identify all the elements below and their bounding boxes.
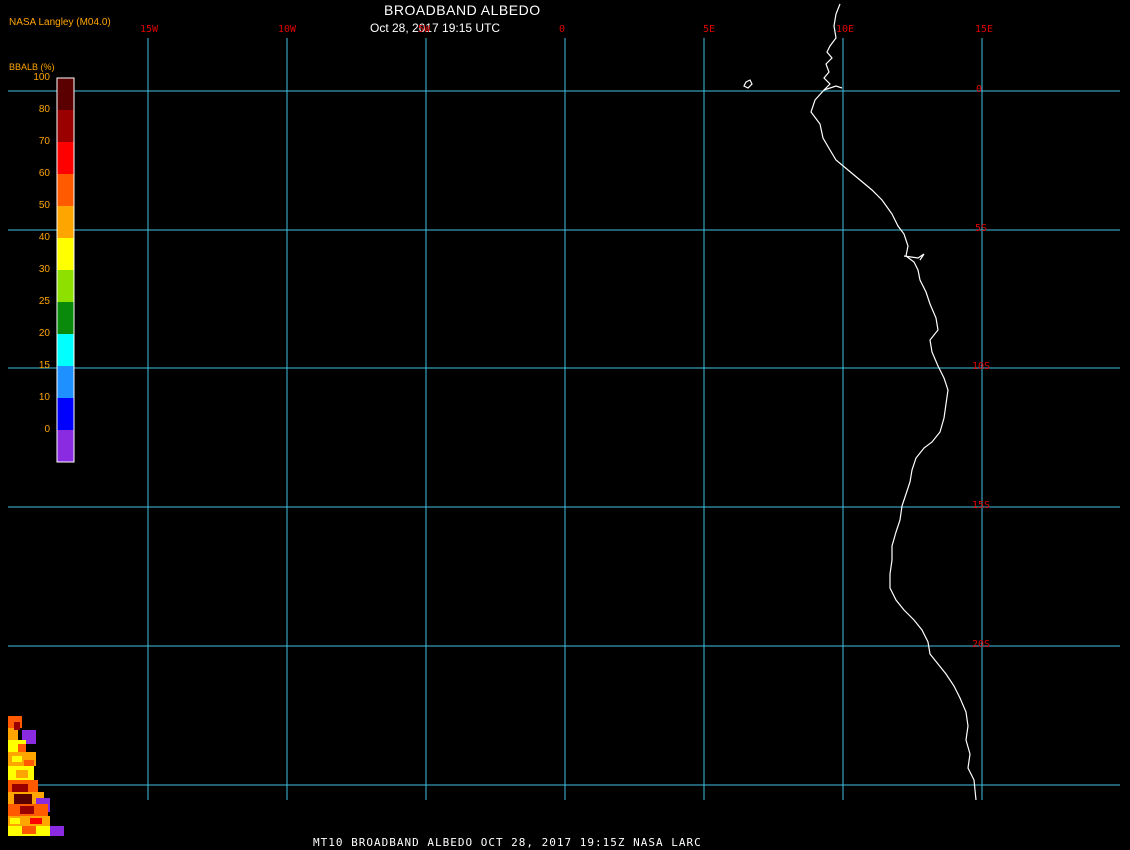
footer-caption: MT10 BROADBAND ALBEDO OCT 28, 2017 19:15… [313,836,702,849]
legend-swatch [57,430,74,462]
coastline [743,3,977,801]
legend-tick: 80 [38,104,50,115]
legend-swatch [57,174,74,206]
lon-label: 15E [975,24,994,35]
legend-title: BBALB (%) [9,62,55,72]
lat-label: 10S [972,361,991,372]
legend-tick: 100 [33,72,50,83]
legend-colorbar [56,77,75,463]
legend-swatch [57,78,74,110]
legend-swatch [57,334,74,366]
legend-tick: 50 [38,200,50,211]
legend-tick: 0 [44,424,50,435]
lat-label: 0 [976,84,983,95]
legend-swatch [57,142,74,174]
albedo-pixels [8,716,64,836]
legend-tick: 40 [38,232,50,243]
legend-tick: 30 [38,264,50,275]
lon-label: 5E [703,24,716,35]
timestamp: Oct 28, 2017 19:15 UTC [370,21,501,35]
lon-label: 15W [140,24,159,35]
legend-tick: 70 [38,136,50,147]
legend-tick: 10 [38,392,50,403]
legend-swatch [57,366,74,398]
lat-label: 5S [975,223,988,234]
lat-label: 15S [972,500,991,511]
page-title: BROADBAND ALBEDO [384,2,541,18]
legend-tick: 15 [38,360,50,371]
legend-tick: 20 [38,328,50,339]
brand-label: NASA Langley (M04.0) [9,17,111,28]
lon-label: 0 [559,24,566,35]
legend-tick: 60 [38,168,50,179]
lon-label: 5W [418,24,431,35]
legend-tick: 25 [38,296,50,307]
legend-swatch [57,238,74,270]
satellite-map [8,3,1120,836]
lon-label: 10E [836,24,855,35]
lon-label: 10W [278,24,297,35]
legend-swatch [57,110,74,142]
legend-swatch [57,302,74,334]
legend-swatch [57,206,74,238]
legend-swatch [57,270,74,302]
legend-swatch [57,398,74,430]
lat-label: 20S [972,639,991,650]
